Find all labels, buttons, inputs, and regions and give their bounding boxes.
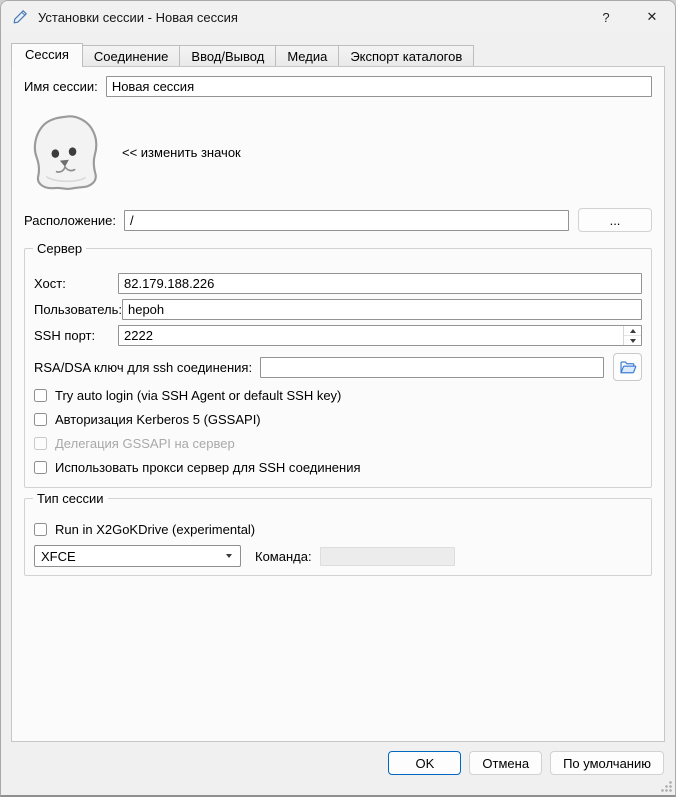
host-row: Хост: <box>34 273 642 294</box>
kdrive-label: Run in X2GoKDrive (experimental) <box>55 522 255 537</box>
autologin-label: Try auto login (via SSH Agent or default… <box>55 388 341 403</box>
port-row: SSH порт: <box>34 325 642 346</box>
session-type-group: Тип сессии Run in X2GoKDrive (experiment… <box>24 498 652 576</box>
tab-connection[interactable]: Соединение <box>82 45 181 66</box>
session-name-row: Имя сессии: <box>24 76 652 97</box>
gssapi-delegation-checkbox <box>34 437 47 450</box>
user-input[interactable] <box>122 299 642 320</box>
gssapi-delegation-label: Делегация GSSAPI на сервер <box>55 436 235 451</box>
ssh-proxy-checkbox[interactable] <box>34 461 47 474</box>
window-controls: ? ✕ <box>583 1 675 33</box>
window-title: Установки сессии - Новая сессия <box>38 10 238 25</box>
kdrive-row: Run in X2GoKDrive (experimental) <box>34 517 642 541</box>
session-path-row: Расположение: ... <box>24 208 652 232</box>
kerberos-row: Авторизация Kerberos 5 (GSSAPI) <box>34 407 642 431</box>
session-type-group-title: Тип сессии <box>33 491 108 506</box>
desktop-select-value: XFCE <box>41 549 76 564</box>
browse-path-button[interactable]: ... <box>578 208 652 232</box>
user-row: Пользователь: <box>34 299 642 320</box>
gssapi-delegation-row: Делегация GSSAPI на сервер <box>34 431 642 455</box>
spin-down-button[interactable] <box>624 336 641 345</box>
close-button[interactable]: ✕ <box>629 1 675 33</box>
titlebar: Установки сессии - Новая сессия ? ✕ <box>1 1 675 33</box>
ssh-proxy-label: Использовать прокси сервер для SSH соеди… <box>55 460 361 475</box>
dialog-footer: OK Отмена По умолчанию <box>1 742 675 795</box>
ssh-proxy-row: Использовать прокси сервер для SSH соеди… <box>34 455 642 479</box>
desktop-select[interactable]: XFCE <box>34 545 241 567</box>
resize-grip[interactable] <box>661 781 672 792</box>
session-icon-button[interactable] <box>24 110 108 194</box>
ssh-key-browse-button[interactable] <box>613 353 642 381</box>
arrow-up-icon <box>630 329 636 333</box>
session-icon-row: << изменить значок <box>24 110 652 194</box>
kerberos-label: Авторизация Kerberos 5 (GSSAPI) <box>55 412 261 427</box>
help-button[interactable]: ? <box>583 1 629 33</box>
session-path-input[interactable] <box>124 210 569 231</box>
kerberos-checkbox[interactable] <box>34 413 47 426</box>
tab-media[interactable]: Медиа <box>275 45 339 66</box>
session-path-label: Расположение: <box>24 213 116 228</box>
server-group-title: Сервер <box>33 241 86 256</box>
change-icon-button[interactable]: << изменить значок <box>122 145 241 160</box>
kdrive-checkbox[interactable] <box>34 523 47 536</box>
session-name-input[interactable] <box>106 76 652 97</box>
host-input[interactable] <box>118 273 642 294</box>
user-label: Пользователь: <box>34 302 122 317</box>
cancel-button[interactable]: Отмена <box>469 751 542 775</box>
defaults-button[interactable]: По умолчанию <box>550 751 664 775</box>
tab-input-output[interactable]: Ввод/Вывод <box>179 45 276 66</box>
ssh-key-label: RSA/DSA ключ для ssh соединения: <box>34 360 252 375</box>
command-label: Команда: <box>255 549 312 564</box>
tab-bar: Сессия Соединение Ввод/Вывод Медиа Экспо… <box>11 43 665 66</box>
ssh-key-input[interactable] <box>260 357 604 378</box>
server-group: Сервер Хост: Пользователь: SSH порт: <box>24 248 652 488</box>
ssh-key-row: RSA/DSA ключ для ssh соединения: <box>34 353 642 381</box>
port-label: SSH порт: <box>34 328 118 343</box>
port-spinbox <box>118 325 642 346</box>
ok-button[interactable]: OK <box>388 751 461 775</box>
arrow-down-icon <box>630 339 636 343</box>
open-folder-icon <box>618 358 637 377</box>
session-tab-page: Имя сессии: << изменить значок Расположе… <box>11 66 665 742</box>
spin-up-button[interactable] <box>624 326 641 336</box>
port-spinner <box>623 326 641 345</box>
tab-folder-export[interactable]: Экспорт каталогов <box>338 45 474 66</box>
x2go-seal-icon <box>25 111 107 193</box>
session-settings-dialog: Установки сессии - Новая сессия ? ✕ Сесс… <box>0 0 676 797</box>
autologin-checkbox[interactable] <box>34 389 47 402</box>
pencil-window-icon <box>12 9 28 25</box>
desktop-command-row: XFCE Команда: <box>34 543 642 569</box>
host-label: Хост: <box>34 276 118 291</box>
command-input-disabled <box>320 547 455 566</box>
session-name-label: Имя сессии: <box>24 79 98 94</box>
combo-arrow-icon <box>226 554 232 558</box>
autologin-row: Try auto login (via SSH Agent or default… <box>34 383 642 407</box>
port-input[interactable] <box>118 325 642 346</box>
tab-session[interactable]: Сессия <box>11 43 83 67</box>
